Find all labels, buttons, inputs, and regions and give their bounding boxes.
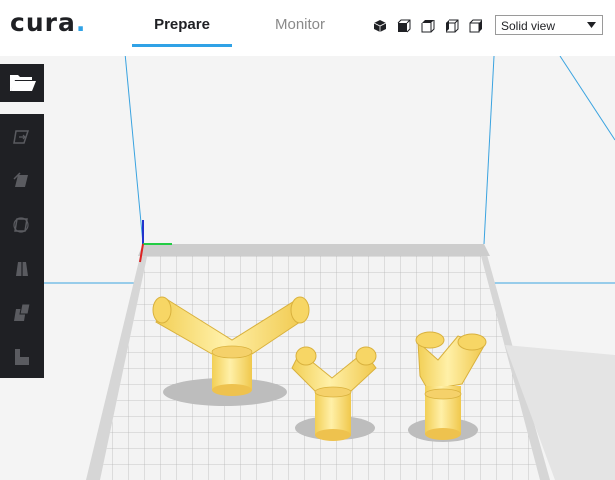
view-3d-icon[interactable]	[372, 18, 388, 34]
mirror-icon	[16, 260, 28, 278]
folder-open-icon	[10, 75, 36, 91]
open-file-button[interactable]	[0, 64, 44, 102]
top-bar: cura. Prepare Monitor Solid view	[0, 0, 615, 56]
translate-icon	[13, 130, 30, 144]
scale-tool[interactable]	[0, 160, 44, 200]
tab-monitor[interactable]: Monitor	[250, 16, 350, 44]
view-right-icon[interactable]	[468, 18, 484, 34]
tab-prepare[interactable]: Prepare	[132, 16, 232, 47]
cura-logo: cura.	[10, 8, 87, 37]
view-mode-value: Solid view	[501, 19, 556, 33]
rotate-icon	[13, 217, 29, 233]
scale-icon	[13, 172, 28, 187]
tool-sidebar	[0, 114, 44, 378]
view-top-icon[interactable]	[420, 18, 436, 34]
support-blocker-icon	[15, 349, 29, 365]
support-blocker-tool[interactable]	[0, 336, 44, 376]
view-front-icon[interactable]	[396, 18, 412, 34]
chevron-down-icon	[587, 22, 596, 28]
build-volume-viewport[interactable]	[0, 0, 615, 480]
view-left-icon[interactable]	[444, 18, 460, 34]
per-model-settings-tool[interactable]	[0, 292, 44, 332]
per-model-settings-icon	[14, 303, 31, 321]
build-plate	[86, 244, 550, 480]
view-mode-select[interactable]: Solid view	[495, 15, 603, 35]
rotate-tool[interactable]	[0, 204, 44, 244]
translate-tool[interactable]	[0, 116, 44, 156]
mirror-tool[interactable]	[0, 248, 44, 288]
